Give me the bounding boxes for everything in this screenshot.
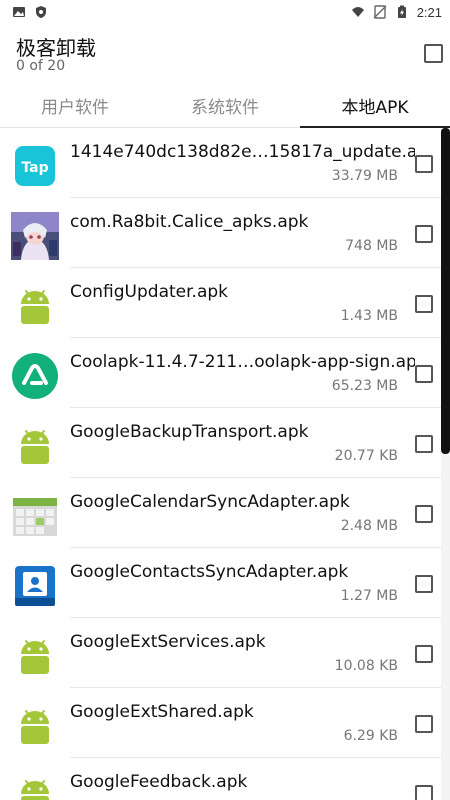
list-item[interactable]: GoogleBackupTransport.apk 20.77 KB xyxy=(0,408,450,478)
item-checkbox[interactable] xyxy=(415,785,433,800)
image-icon xyxy=(13,7,25,17)
tab-local-apk[interactable]: 本地APK xyxy=(300,84,450,128)
status-bar: 2:21 xyxy=(0,0,450,24)
android-icon xyxy=(21,640,49,674)
list-item[interactable]: GoogleFeedback.apk xyxy=(0,758,450,800)
clock: 2:21 xyxy=(416,4,442,20)
shield-icon xyxy=(36,6,46,18)
scrollbar-thumb[interactable] xyxy=(441,128,450,454)
android-icon xyxy=(21,780,49,800)
apk-size: 2.48 MB xyxy=(340,518,398,534)
tab-system-apps[interactable]: 系统软件 xyxy=(150,84,300,127)
apk-size: 748 MB xyxy=(345,238,398,254)
apk-name: GoogleExtShared.apk xyxy=(70,702,254,722)
item-checkbox[interactable] xyxy=(415,575,433,593)
item-checkbox[interactable] xyxy=(415,645,433,663)
item-checkbox[interactable] xyxy=(415,225,433,243)
apk-list: Tap 1414e740dc138d82e…15817a_update.apk … xyxy=(0,128,450,800)
apk-size: 1.27 MB xyxy=(340,588,398,604)
selection-count: 0 of 20 xyxy=(16,58,66,74)
apk-size: 6.29 KB xyxy=(343,728,398,744)
apk-name: com.Ra8bit.Calice_apks.apk xyxy=(70,212,309,232)
item-checkbox[interactable] xyxy=(415,295,433,313)
item-checkbox[interactable] xyxy=(415,365,433,383)
apk-name: Coolapk-11.4.7-211…oolapk-app-sign.apk xyxy=(70,352,415,372)
select-all-checkbox[interactable] xyxy=(424,44,443,63)
apk-name: GoogleBackupTransport.apk xyxy=(70,422,309,442)
apk-size: 1.43 MB xyxy=(340,308,398,324)
android-icon xyxy=(21,710,49,744)
coolapk-icon xyxy=(12,353,58,399)
list-item[interactable]: GoogleCalendarSyncAdapter.apk 2.48 MB xyxy=(0,478,450,548)
contacts-icon xyxy=(15,566,55,606)
battery-charging-icon xyxy=(397,5,406,18)
android-icon xyxy=(21,290,49,324)
tab-user-apps[interactable]: 用户软件 xyxy=(0,84,150,127)
item-checkbox[interactable] xyxy=(415,715,433,733)
app-bar: 极客卸载 0 of 20 xyxy=(0,24,450,84)
apk-name: ConfigUpdater.apk xyxy=(70,282,228,302)
apk-name: GoogleFeedback.apk xyxy=(70,772,248,792)
apk-size: 20.77 KB xyxy=(334,448,398,464)
list-item[interactable]: GoogleExtServices.apk 10.08 KB xyxy=(0,618,450,688)
item-checkbox[interactable] xyxy=(415,155,433,173)
apk-name: GoogleContactsSyncAdapter.apk xyxy=(70,562,349,582)
list-item[interactable]: Coolapk-11.4.7-211…oolapk-app-sign.apk 6… xyxy=(0,338,450,408)
svg-text:Tap: Tap xyxy=(21,160,48,176)
apk-size: 33.79 MB xyxy=(331,168,398,184)
item-checkbox[interactable] xyxy=(415,505,433,523)
list-item[interactable]: GoogleContactsSyncAdapter.apk 1.27 MB xyxy=(0,548,450,618)
list-item[interactable]: com.Ra8bit.Calice_apks.apk 748 MB xyxy=(0,198,450,268)
android-icon xyxy=(21,430,49,464)
list-item[interactable]: Tap 1414e740dc138d82e…15817a_update.apk … xyxy=(0,128,450,198)
wifi-icon xyxy=(351,7,364,17)
no-sim-icon xyxy=(373,5,387,19)
page-title: 极客卸载 xyxy=(16,36,96,60)
apk-size: 65.23 MB xyxy=(331,378,398,394)
apk-size: 10.08 KB xyxy=(334,658,398,674)
item-checkbox[interactable] xyxy=(415,435,433,453)
list-item[interactable]: ConfigUpdater.apk 1.43 MB xyxy=(0,268,450,338)
anime-character-icon xyxy=(11,212,59,260)
taptap-icon: Tap xyxy=(15,146,55,186)
apk-name: GoogleExtServices.apk xyxy=(70,632,266,652)
apk-name: GoogleCalendarSyncAdapter.apk xyxy=(70,492,350,512)
list-item[interactable]: GoogleExtShared.apk 6.29 KB xyxy=(0,688,450,758)
tab-bar: 用户软件 系统软件 本地APK xyxy=(0,84,450,128)
apk-name: 1414e740dc138d82e…15817a_update.apk xyxy=(70,142,415,162)
calendar-icon xyxy=(13,498,57,536)
